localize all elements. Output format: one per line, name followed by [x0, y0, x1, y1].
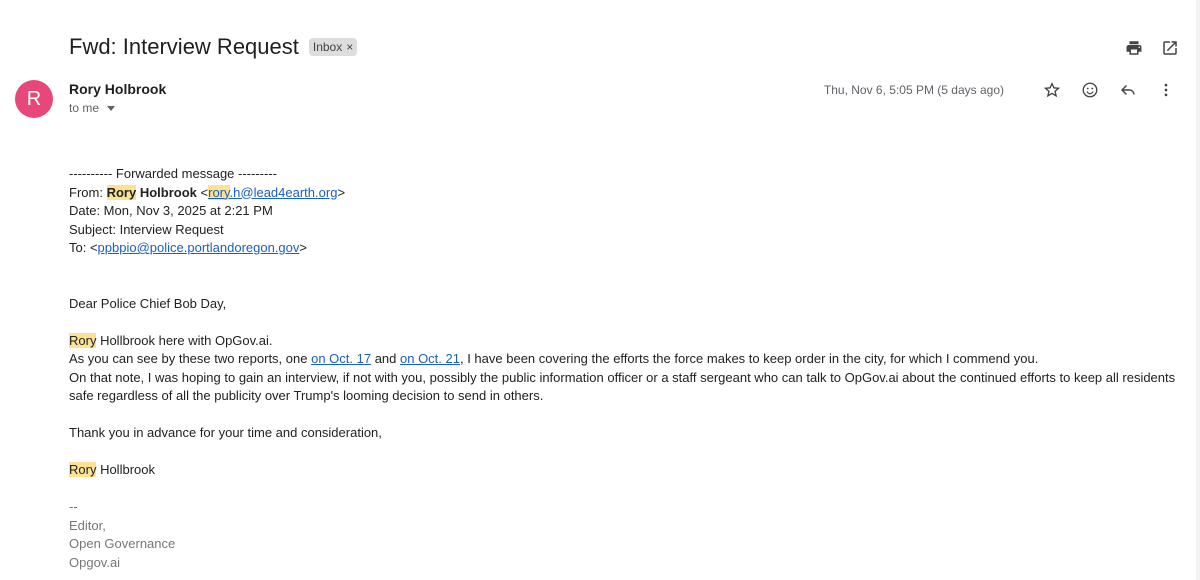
- sign-name: Rory Hollbrook: [69, 462, 155, 477]
- avatar[interactable]: R: [15, 80, 53, 118]
- subject-row: Fwd: Interview Request Inbox ×: [69, 34, 358, 60]
- intro-line: Rory Hollbrook here with OpGov.ai.: [69, 332, 273, 348]
- email-subject: Fwd: Interview Request: [69, 34, 299, 59]
- emoji-icon[interactable]: [1080, 80, 1100, 100]
- greeting: Dear Police Chief Bob Day,: [69, 295, 227, 311]
- more-vert-icon[interactable]: [1156, 80, 1176, 100]
- reply-icon[interactable]: [1118, 80, 1138, 100]
- star-icon[interactable]: [1042, 80, 1062, 100]
- to-email-link[interactable]: ppbpio@police.portlandoregon.gov: [98, 240, 300, 255]
- label-text: Inbox: [312, 40, 343, 54]
- scrollbar-track[interactable]: [1196, 0, 1200, 580]
- forwarded-from: From: Rory Holbrook <rory.h@lead4earth.o…: [69, 184, 346, 200]
- chevron-down-icon[interactable]: [107, 105, 116, 111]
- request-paragraph: On that note, I was hoping to gain an in…: [69, 369, 1176, 404]
- oct21-link[interactable]: on Oct. 21: [400, 351, 460, 366]
- sender-name: Rory Holbrook: [69, 81, 167, 97]
- forwarded-header: ---------- Forwarded message ---------: [69, 166, 277, 181]
- highlight: Rory: [106, 184, 137, 200]
- inbox-label-chip[interactable]: Inbox ×: [308, 38, 358, 56]
- thanks-line: Thank you in advance for your time and c…: [69, 425, 382, 440]
- forwarded-subject: Subject: Interview Request: [69, 221, 224, 237]
- forwarded-date: Date: Mon, Nov 3, 2025 at 2:21 PM: [69, 203, 273, 218]
- highlight: Rory: [69, 462, 97, 477]
- print-icon[interactable]: [1124, 38, 1144, 58]
- signature-line: Open Governance: [69, 536, 176, 551]
- top-actions: [1124, 38, 1180, 58]
- open-in-new-icon[interactable]: [1160, 38, 1180, 58]
- reports-paragraph: As you can see by these two reports, one…: [69, 351, 1039, 366]
- remove-label-icon[interactable]: ×: [346, 40, 353, 54]
- message-body: ---------- Forwarded message --------- F…: [69, 165, 1179, 572]
- signature-line: --: [69, 499, 78, 514]
- signature-line: Editor,: [69, 517, 106, 533]
- recipient-details[interactable]: to me: [69, 101, 116, 115]
- highlight: Rory: [69, 332, 97, 348]
- message-meta: Thu, Nov 6, 5:05 PM (5 days ago): [824, 80, 1176, 100]
- signature-line: Opgov.ai: [69, 554, 121, 570]
- from-email-link[interactable]: rory.h@lead4earth.org: [208, 184, 337, 200]
- oct17-link[interactable]: on Oct. 17: [311, 351, 371, 366]
- forwarded-to: To: <ppbpio@police.portlandoregon.gov>: [69, 240, 307, 255]
- timestamp: Thu, Nov 6, 5:05 PM (5 days ago): [823, 83, 1004, 97]
